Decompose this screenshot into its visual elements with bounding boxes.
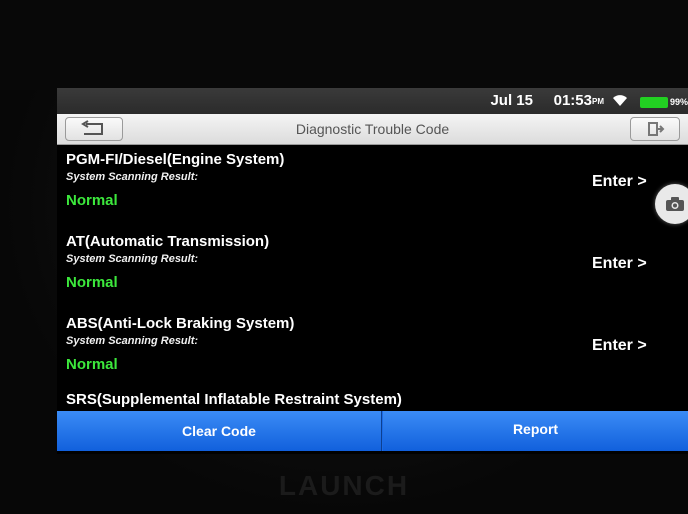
clear-code-button[interactable]: Clear Code bbox=[57, 411, 382, 451]
status-time: 01:53 bbox=[553, 92, 592, 109]
brand-logo: LAUNCH bbox=[278, 470, 410, 501]
enter-button[interactable]: Enter > bbox=[592, 173, 647, 191]
system-name: PGM-FI/Diesel(Engine System) bbox=[66, 151, 285, 168]
wifi-icon bbox=[612, 93, 628, 112]
status-bar: Jul 15 01:53 PM 99% bbox=[57, 88, 688, 114]
system-list: PGM-FI/Diesel(Engine System) System Scan… bbox=[57, 145, 688, 414]
system-item-abs[interactable]: ABS(Anti-Lock Braking System) System Sca… bbox=[57, 309, 688, 391]
scan-result-label: System Scanning Result: bbox=[66, 335, 199, 347]
report-button[interactable]: Report bbox=[383, 411, 688, 451]
screenshot-button[interactable] bbox=[655, 184, 688, 224]
scan-result-label: System Scanning Result: bbox=[66, 171, 199, 183]
exit-icon bbox=[631, 122, 679, 144]
scan-result-label: System Scanning Result: bbox=[66, 253, 199, 265]
system-item-transmission[interactable]: AT(Automatic Transmission) System Scanni… bbox=[57, 227, 688, 309]
system-name: SRS(Supplemental Inflatable Restraint Sy… bbox=[66, 391, 402, 408]
title-bar: Diagnostic Trouble Code bbox=[57, 114, 688, 145]
action-bar: Clear Code Report bbox=[57, 411, 688, 451]
device-screen: Jul 15 01:53 PM 99% Diagnostic Trouble C… bbox=[57, 88, 688, 454]
device-bezel-top bbox=[0, 0, 688, 90]
battery-icon bbox=[640, 97, 668, 108]
enter-button[interactable]: Enter > bbox=[592, 255, 647, 273]
status-date: Jul 15 bbox=[490, 92, 533, 109]
page-title: Diagnostic Trouble Code bbox=[295, 121, 450, 137]
battery-level: 99% bbox=[669, 97, 688, 107]
system-name: AT(Automatic Transmission) bbox=[66, 233, 270, 250]
camera-icon bbox=[665, 196, 685, 217]
scan-status: Normal bbox=[66, 356, 118, 373]
system-item-engine[interactable]: PGM-FI/Diesel(Engine System) System Scan… bbox=[57, 145, 688, 227]
status-ampm: PM bbox=[592, 97, 604, 106]
system-name: ABS(Anti-Lock Braking System) bbox=[66, 315, 295, 332]
enter-button[interactable]: Enter > bbox=[592, 337, 647, 355]
scan-status: Normal bbox=[66, 192, 118, 209]
exit-button[interactable] bbox=[630, 117, 680, 141]
scan-status: Normal bbox=[66, 274, 118, 291]
